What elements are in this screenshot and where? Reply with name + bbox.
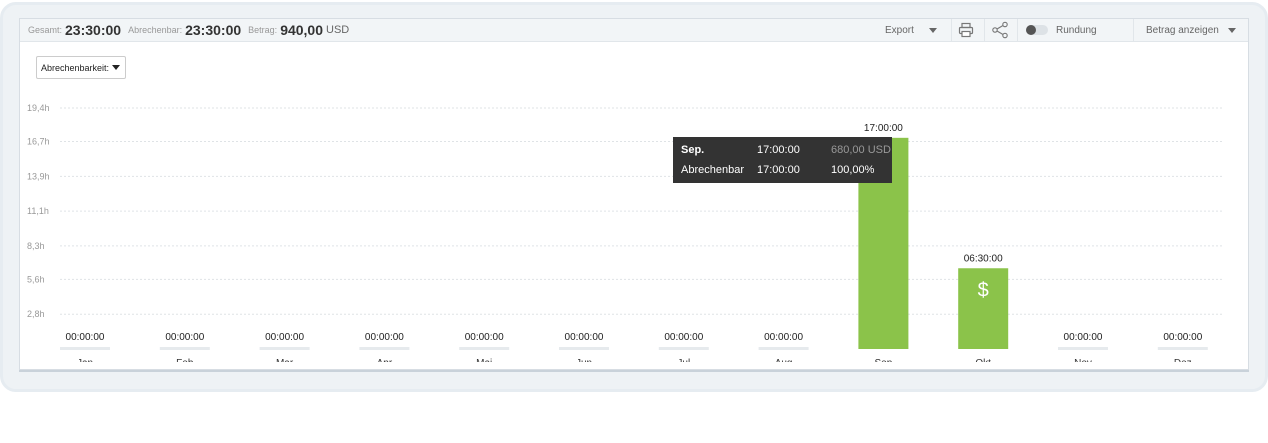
chevron-down-icon — [928, 27, 937, 33]
x-tick-label: Aug — [775, 358, 793, 362]
x-tick-label: Feb — [176, 358, 194, 362]
share-icon — [992, 21, 1008, 39]
billable-value: 23:30:00 — [185, 22, 242, 38]
y-tick-label: 2,8h — [27, 309, 45, 319]
dollar-icon: $ — [978, 279, 989, 301]
x-tick-label: Dez — [1174, 358, 1192, 362]
bar-value-label: 00:00:00 — [66, 332, 105, 343]
x-tick-label: Apr — [377, 358, 393, 362]
tooltip-billable-label: Abrechenbar — [681, 164, 744, 176]
tooltip-amount: 680,00 USD — [831, 144, 891, 156]
export-label: Export — [885, 24, 914, 36]
bar-value-label: 00:00:00 — [165, 332, 204, 343]
chart-bar — [758, 347, 809, 350]
bar-value-label: 00:00:00 — [1163, 332, 1202, 343]
export-button[interactable]: Export — [885, 19, 937, 41]
y-tick-label: 16,7h — [27, 137, 50, 147]
x-tick-label: Okt — [975, 358, 991, 362]
amount-value: 940,00 — [280, 22, 324, 38]
tooltip-month: Sep. — [681, 144, 705, 156]
chart-bar — [359, 347, 410, 350]
chart-bar — [259, 347, 310, 350]
summary-totals: Gesamt: 23:30:00 Abrechenbar: 23:30:00 B… — [28, 19, 349, 41]
amount-currency: USD — [326, 24, 350, 36]
show-amount-dropdown[interactable]: Betrag anzeigen — [1146, 19, 1236, 41]
bar-value-label: 00:00:00 — [764, 332, 803, 343]
chart-bar — [60, 347, 110, 350]
chart-bar — [459, 347, 510, 350]
chart-bar — [1058, 347, 1108, 350]
divider — [1017, 19, 1018, 41]
rounding-label: Rundung — [1056, 24, 1097, 36]
x-tick-label: Mai — [476, 358, 492, 362]
chart-bar — [159, 347, 210, 350]
summary-toolbar: Gesamt: 23:30:00 Abrechenbar: 23:30:00 B… — [20, 19, 1248, 42]
y-tick-label: 8,3h — [27, 241, 45, 251]
printer-icon — [958, 22, 974, 38]
share-button[interactable] — [991, 19, 1009, 41]
y-tick-label: 5,6h — [27, 274, 45, 284]
bar-value-label: 17:00:00 — [864, 123, 903, 134]
y-tick-label: 11,1h — [27, 206, 49, 216]
bar-value-label: 00:00:00 — [1064, 332, 1103, 343]
y-tick-label: 13,9h — [27, 171, 50, 181]
tooltip-time: 17:00:00 — [757, 144, 800, 156]
y-tick-label: 19,4h — [27, 103, 50, 113]
divider — [951, 19, 952, 41]
bar-value-label: 06:30:00 — [964, 253, 1003, 264]
x-tick-label: Jul — [677, 358, 690, 362]
x-tick-label: Mar — [276, 358, 294, 362]
chart-tooltip: Sep. 17:00:00 680,00 USD Abrechenbar 17:… — [673, 137, 892, 183]
total-value: 23:30:00 — [65, 22, 122, 38]
bar-value-label: 00:00:00 — [565, 332, 604, 343]
show-amount-label: Betrag anzeigen — [1146, 24, 1219, 36]
chart-bar — [658, 347, 709, 350]
chart-bar — [1157, 347, 1208, 350]
divider — [1133, 19, 1134, 41]
tooltip-billable-pct: 100,00% — [831, 164, 875, 176]
amount-label: Betrag: — [248, 25, 278, 35]
x-tick-label: Nov — [1074, 358, 1092, 362]
divider — [984, 19, 985, 41]
tooltip-billable-time: 17:00:00 — [757, 164, 800, 176]
chevron-down-icon — [1227, 27, 1236, 33]
bar-value-label: 00:00:00 — [664, 332, 703, 343]
billable-label: Abrechenbar: — [128, 25, 183, 35]
rounding-toggle[interactable]: Rundung — [1026, 19, 1097, 41]
bar-value-label: 00:00:00 — [265, 332, 304, 343]
print-button[interactable] — [958, 19, 974, 41]
bar-value-label: 00:00:00 — [465, 332, 504, 343]
report-card: Gesamt: 23:30:00 Abrechenbar: 23:30:00 B… — [19, 18, 1249, 370]
total-label: Gesamt: — [28, 25, 63, 35]
bar-value-label: 00:00:00 — [365, 332, 404, 343]
monthly-bar-chart: 2,8h 5,6h 8,3h 11,1h 13,9h 16,7h 19,4h 00:00:00… — [27, 103, 1224, 362]
x-tick-label: Jan — [77, 358, 93, 362]
chart-bar — [559, 347, 609, 350]
toggle-switch[interactable] — [1026, 25, 1048, 35]
x-tick-label: Sep — [875, 358, 893, 362]
x-tick-label: Jun — [576, 358, 592, 362]
